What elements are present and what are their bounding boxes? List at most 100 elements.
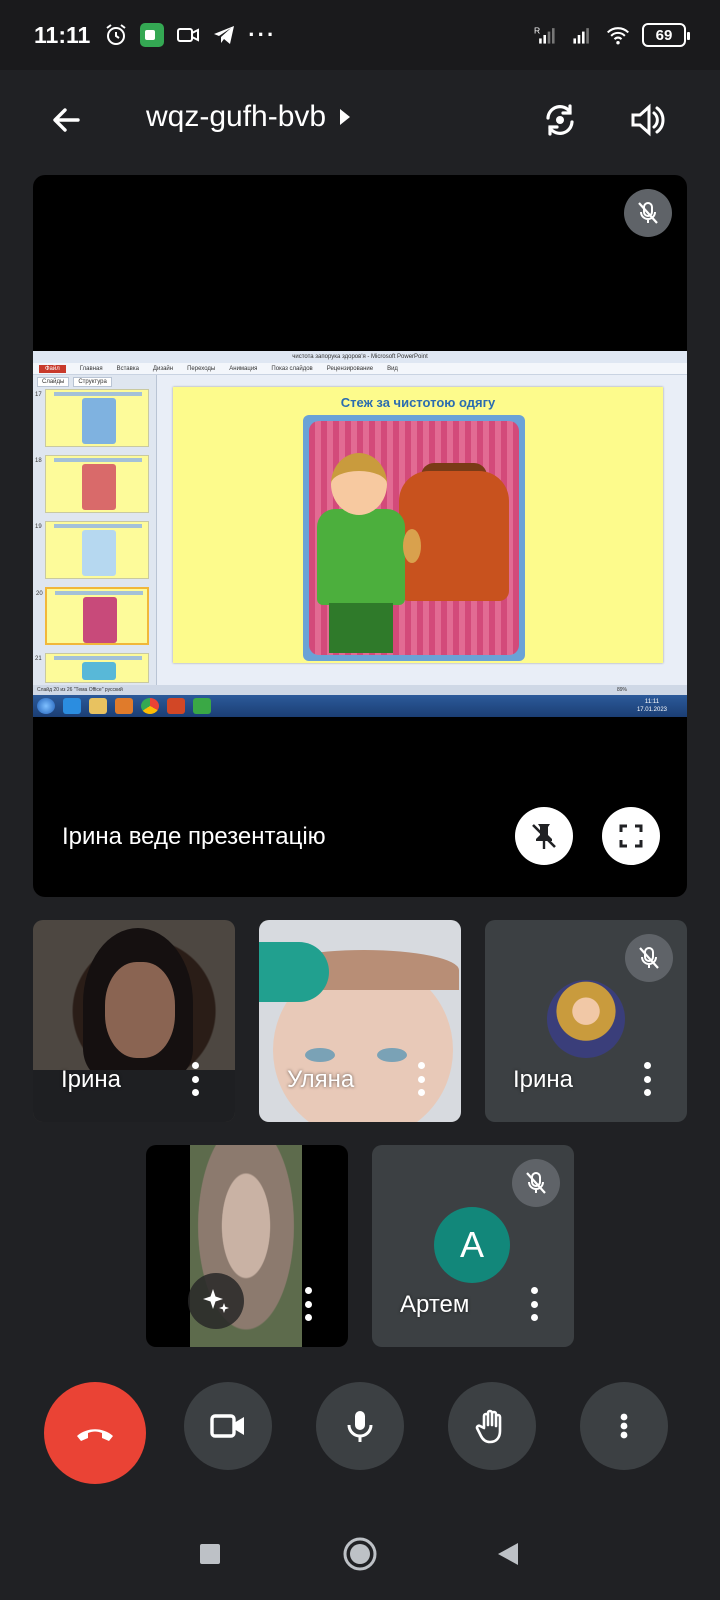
participant-options-button[interactable] — [641, 1062, 653, 1096]
sparkle-icon — [203, 1289, 229, 1313]
ppt-slide-panel: Слайды Структура 17 18 19 20 21 — [33, 375, 157, 685]
participant-muted-badge — [625, 934, 673, 982]
ppt-tab: Вид — [387, 365, 398, 372]
ppt-tab: Главная — [79, 365, 103, 372]
status-time: 11:11 — [34, 21, 91, 48]
avatar — [547, 980, 625, 1058]
mic-off-icon — [526, 1172, 546, 1194]
more-vert-icon — [191, 1062, 199, 1069]
slide-thumbnail: 18 — [35, 455, 149, 513]
ppt-tab: Рецензирование — [326, 365, 374, 372]
windows-start-icon — [37, 698, 55, 714]
switch-camera-icon — [546, 104, 574, 136]
ppt-status-text: Слайд 20 из 26 "Тема Office" русский — [37, 687, 123, 693]
slide-thumbnail-selected: 20 — [36, 587, 149, 645]
presenter-muted-badge — [624, 189, 672, 237]
participant-options-button[interactable] — [415, 1062, 427, 1096]
video-icon — [176, 23, 200, 47]
microphone-button[interactable] — [316, 1382, 404, 1470]
slide-illustration — [303, 415, 525, 661]
speaker-icon — [631, 103, 665, 137]
system-nav-bar — [0, 1510, 720, 1600]
call-end-icon — [77, 1429, 113, 1441]
audio-output-button[interactable] — [624, 96, 672, 144]
participant-muted-badge — [512, 1159, 560, 1207]
ppt-status-bar: Слайд 20 из 26 "Тема Office" русский 89% — [33, 685, 687, 695]
signal-2-icon — [570, 23, 594, 47]
mic-off-icon — [638, 202, 658, 224]
thumb-number: 17 — [35, 392, 42, 398]
ppt-side-tab: Структура — [73, 377, 112, 387]
media-icon — [115, 698, 133, 714]
ppt-tab: Дизайн — [152, 365, 174, 372]
ppt-tab: Анимация — [229, 365, 258, 372]
video-icon — [210, 1414, 244, 1438]
more-vert-icon — [304, 1287, 312, 1294]
hand-icon — [475, 1409, 502, 1444]
unpin-button[interactable] — [515, 807, 573, 865]
powerpoint-icon — [167, 698, 185, 714]
fullscreen-button[interactable] — [602, 807, 660, 865]
participant-tile[interactable]: Ірина — [485, 920, 687, 1122]
shared-screen: чистота запорука здоров'я - Microsoft Po… — [33, 351, 687, 717]
battery-indicator: 69 — [642, 23, 690, 47]
fullscreen-icon — [619, 824, 643, 848]
slide-thumbnail: 19 — [35, 521, 149, 579]
mic-icon — [347, 1411, 373, 1442]
participant-tile[interactable]: A Артем — [372, 1145, 574, 1347]
folder-icon — [89, 698, 107, 714]
participant-tile[interactable]: Уляна — [259, 920, 461, 1122]
more-vert-icon — [417, 1062, 425, 1069]
recents-button[interactable] — [188, 1532, 232, 1576]
more-notifications-icon: ··· — [248, 22, 277, 47]
meeting-code-button[interactable]: wqz-gufh-bvb — [146, 100, 351, 134]
effects-button[interactable] — [188, 1273, 244, 1329]
ppt-window-title: чистота запорука здоров'я - Microsoft Po… — [33, 351, 687, 363]
signal-icon: R — [534, 23, 558, 47]
meet-icon — [140, 23, 165, 47]
ppt-tab: Переходы — [187, 365, 216, 372]
participant-name: Ірина — [61, 1066, 122, 1093]
ppt-current-slide: Стеж за чистотою одягу — [173, 387, 663, 663]
square-icon — [200, 1544, 220, 1564]
mic-off-icon — [639, 947, 659, 969]
avatar: A — [434, 1207, 510, 1283]
thumb-number: 19 — [35, 524, 42, 530]
home-button[interactable] — [338, 1532, 382, 1576]
ppt-tab: Вставка — [116, 365, 139, 372]
more-vert-icon — [530, 1287, 538, 1294]
end-call-button[interactable] — [44, 1382, 146, 1484]
switch-camera-button[interactable] — [536, 96, 584, 144]
ppt-zoom: 89% — [616, 687, 627, 693]
slide-thumbnail: 17 — [35, 389, 149, 447]
more-options-button[interactable] — [580, 1382, 668, 1470]
participant-options-button[interactable] — [302, 1287, 314, 1321]
triangle-back-icon — [498, 1543, 518, 1565]
camera-button[interactable] — [184, 1382, 272, 1470]
signal-label: R — [534, 25, 540, 35]
telegram-icon — [212, 23, 236, 47]
circle-icon — [343, 1537, 377, 1571]
participant-tile[interactable]: Ірина — [33, 920, 235, 1122]
participant-options-button[interactable] — [528, 1287, 540, 1321]
thumb-number: 18 — [35, 458, 42, 464]
wifi-icon — [606, 23, 630, 47]
more-vert-icon — [643, 1062, 651, 1069]
presentation-tile[interactable]: чистота запорука здоров'я - Microsoft Po… — [33, 175, 687, 897]
ppt-ribbon: Файл Главная Вставка Дизайн Переходы Ани… — [33, 363, 687, 375]
caret-right-icon — [340, 109, 351, 125]
slide-title: Стеж за чистотою одягу — [340, 395, 496, 410]
back-button[interactable] — [44, 98, 88, 142]
thumb-number: 20 — [36, 591, 43, 597]
participant-options-button[interactable] — [189, 1062, 201, 1096]
meeting-header: wqz-gufh-bvb — [0, 70, 720, 170]
more-vert-icon — [620, 1413, 628, 1439]
ppt-side-tab: Слайды — [37, 377, 70, 387]
chrome-icon — [141, 698, 159, 714]
back-nav-button[interactable] — [486, 1532, 530, 1576]
self-view-tile[interactable] — [146, 1145, 348, 1347]
participant-name: Артем — [400, 1291, 470, 1318]
raise-hand-button[interactable] — [448, 1382, 536, 1470]
ppt-file-tab: Файл — [39, 364, 66, 373]
alarm-icon — [104, 23, 128, 47]
